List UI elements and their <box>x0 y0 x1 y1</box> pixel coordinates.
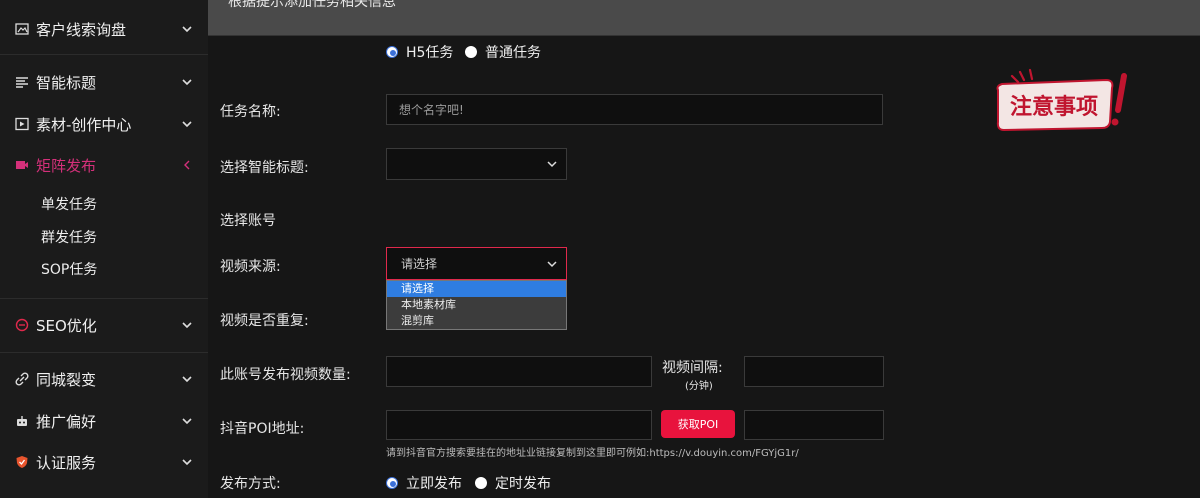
smart-title-select[interactable] <box>386 148 567 180</box>
sidebar-item-matrix-publish[interactable]: 矩阵发布 <box>0 145 208 185</box>
chevron-down-icon <box>182 322 192 329</box>
video-icon <box>14 116 30 132</box>
topbar: 根据提示添加任务相关信息 <box>208 0 1200 36</box>
sidebar-item-material[interactable]: 素材-创作中心 <box>0 104 208 144</box>
radio-label: H5任务 <box>406 45 454 61</box>
radio-publish-now[interactable]: 立即发布 <box>386 473 462 493</box>
chevron-down-icon <box>547 161 557 168</box>
radio-checked-icon <box>386 46 398 58</box>
task-name-input[interactable]: 想个名字吧! <box>386 94 883 125</box>
poi-hint: 请到抖音官方搜索要挂在的地址业链接复制到这里即可例如:https://v.dou… <box>386 448 799 459</box>
notice-text: 注意事项 <box>1010 94 1098 120</box>
video-count-label: 此账号发布视频数量: <box>220 367 351 383</box>
dropdown-option[interactable]: 请选择 <box>387 281 566 297</box>
chevron-down-icon <box>182 121 192 128</box>
sidebar-item-leads[interactable]: 客户线索询盘 <box>0 9 208 49</box>
shield-icon <box>14 454 30 470</box>
sidebar-item-label: 智能标题 <box>36 73 97 92</box>
divider <box>0 298 208 299</box>
video-interval-label: 视频间隔: <box>662 360 723 376</box>
radio-normal-task[interactable]: 普通任务 <box>465 42 541 62</box>
chevron-left-icon <box>184 160 190 170</box>
chevron-down-icon <box>182 26 192 33</box>
sidebar-subitem-sop-task[interactable]: SOP任务 <box>41 259 97 279</box>
sidebar-item-label: 认证服务 <box>36 453 97 472</box>
sidebar-subitem-single-task[interactable]: 单发任务 <box>41 194 97 214</box>
image-icon <box>14 21 30 37</box>
video-interval-input[interactable] <box>744 356 884 387</box>
sidebar-item-label: SEO优化 <box>36 316 97 335</box>
seo-icon <box>14 317 30 333</box>
sidebar-item-promotion[interactable]: 推广偏好 <box>0 401 208 441</box>
video-source-dropdown: 请选择 本地素材库 混剪库 <box>386 280 567 330</box>
task-name-label: 任务名称: <box>220 104 281 120</box>
main-content: 根据提示添加任务相关信息 H5任务 普通任务 任务名称: 想个名字吧! 选择智能… <box>208 0 1200 498</box>
radio-label: 定时发布 <box>495 476 551 492</box>
sidebar-item-smart-title[interactable]: 智能标题 <box>0 62 208 102</box>
chevron-down-icon <box>182 459 192 466</box>
poi-input[interactable] <box>386 410 652 440</box>
chevron-down-icon <box>182 418 192 425</box>
radio-publish-scheduled[interactable]: 定时发布 <box>475 473 551 493</box>
poi-label: 抖音POI地址: <box>220 421 305 437</box>
sidebar-item-certification[interactable]: 认证服务 <box>0 442 208 482</box>
sidebar-item-seo[interactable]: SEO优化 <box>0 305 208 345</box>
topbar-hint: 根据提示添加任务相关信息 <box>228 0 396 10</box>
radio-unchecked-icon <box>475 477 487 489</box>
notice-badge[interactable]: 注意事项 <box>994 68 1138 138</box>
sidebar-item-label: 素材-创作中心 <box>36 115 132 134</box>
sidebar: 客户线索询盘 智能标题 素材-创作中心 矩阵发布 单发任务 群发任务 SOP任务… <box>0 0 208 498</box>
chevron-down-icon <box>547 260 557 267</box>
divider <box>0 54 208 55</box>
smart-title-label: 选择智能标题: <box>220 160 309 176</box>
video-repeat-label: 视频是否重复: <box>220 313 309 329</box>
chevron-down-icon <box>182 79 192 86</box>
sidebar-item-label: 矩阵发布 <box>36 156 97 175</box>
link-icon <box>14 371 30 387</box>
sidebar-subitem-group-task[interactable]: 群发任务 <box>41 227 97 247</box>
sidebar-item-local-fission[interactable]: 同城裂变 <box>0 359 208 399</box>
sidebar-item-label: 同城裂变 <box>36 370 97 389</box>
divider <box>0 352 208 353</box>
chevron-down-icon <box>182 376 192 383</box>
radio-label: 普通任务 <box>485 45 541 61</box>
radio-checked-icon <box>386 477 398 489</box>
sidebar-item-label: 客户线索询盘 <box>36 20 127 39</box>
video-source-select[interactable]: 请选择 <box>386 247 567 280</box>
radio-unchecked-icon <box>465 46 477 58</box>
publish-mode-label: 发布方式: <box>220 476 281 492</box>
video-interval-unit: (分钟) <box>685 381 713 392</box>
get-poi-button[interactable]: 获取POI <box>661 410 735 438</box>
select-value: 请选择 <box>401 257 438 271</box>
camera-icon <box>14 157 30 173</box>
dropdown-option[interactable]: 本地素材库 <box>387 297 566 313</box>
sidebar-item-label: 推广偏好 <box>36 412 97 431</box>
account-label: 选择账号 <box>220 213 276 229</box>
radio-label: 立即发布 <box>406 476 462 492</box>
video-source-label: 视频来源: <box>220 259 281 275</box>
poi-result-input[interactable] <box>744 410 884 440</box>
dropdown-option[interactable]: 混剪库 <box>387 313 566 329</box>
notice-badge-art: 注意事项 <box>996 68 1127 132</box>
robot-icon <box>14 413 30 429</box>
video-count-input[interactable] <box>386 356 652 387</box>
list-icon <box>14 74 30 90</box>
radio-h5-task[interactable]: H5任务 <box>386 42 453 62</box>
